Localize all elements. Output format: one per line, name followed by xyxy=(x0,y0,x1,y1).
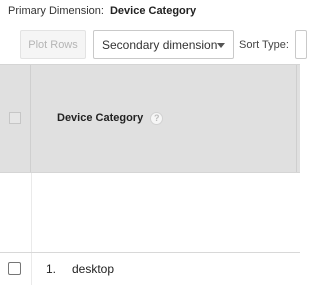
column-divider xyxy=(31,253,32,285)
column-divider xyxy=(296,65,297,172)
secondary-dimension-select[interactable]: Secondary dimension xyxy=(93,30,234,59)
primary-dimension-bar: Primary Dimension: Device Category xyxy=(8,3,196,19)
sort-type-label: Sort Type: xyxy=(239,38,289,51)
plot-rows-button[interactable]: Plot Rows xyxy=(20,30,86,59)
sort-type-select[interactable] xyxy=(295,30,307,59)
header-checkbox-cell xyxy=(0,65,31,172)
row-value-link[interactable]: desktop xyxy=(72,259,114,279)
table-row: 1. desktop xyxy=(0,252,300,285)
select-all-checkbox[interactable] xyxy=(9,112,21,124)
caret-down-icon xyxy=(217,43,225,48)
table-toolbar: Plot Rows Secondary dimension Sort Type: xyxy=(0,26,307,64)
primary-dimension-value[interactable]: Device Category xyxy=(110,5,196,17)
table-header-row: Device Category ? xyxy=(0,64,300,173)
row-index: 1. xyxy=(46,262,57,276)
primary-dimension-label: Primary Dimension: xyxy=(8,5,104,17)
secondary-dimension-label: Secondary dimension xyxy=(102,37,218,52)
table-summary-row xyxy=(0,173,300,252)
column-header-label: Device Category xyxy=(57,112,144,124)
help-icon[interactable]: ? xyxy=(150,111,164,125)
column-divider xyxy=(31,173,32,252)
column-header-device-category[interactable]: Device Category ? xyxy=(57,109,164,127)
row-checkbox[interactable] xyxy=(8,262,21,275)
